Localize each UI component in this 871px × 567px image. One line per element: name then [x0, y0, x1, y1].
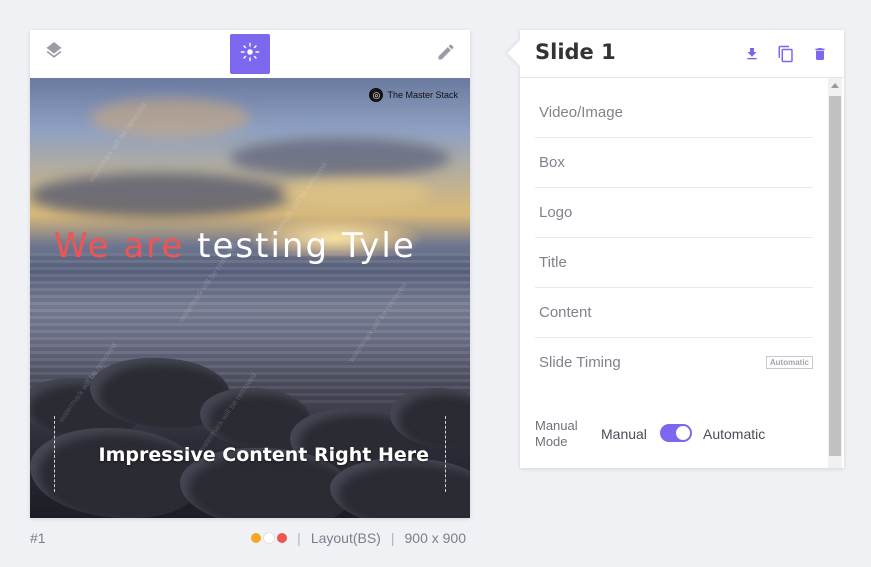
slide-settings-panel: Slide 1 Video/Image Box Logo Title Conte… [507, 30, 844, 468]
edit-button[interactable] [430, 38, 462, 70]
download-icon[interactable] [742, 44, 762, 64]
color-dot-orange[interactable] [251, 533, 262, 543]
layers-icon [44, 41, 64, 67]
pencil-icon [436, 42, 456, 67]
layout-label[interactable]: Layout(BS) [311, 530, 381, 546]
option-manual[interactable]: Manual [601, 426, 647, 442]
title-highlight: We are [54, 226, 185, 266]
crosshair-icon [239, 41, 261, 68]
brand-logo[interactable]: ◎ The Master Stack [369, 88, 458, 102]
slide-card: watermark will be removed watermark will… [30, 30, 470, 518]
list-item-label: Logo [539, 204, 573, 221]
brand-name: The Master Stack [387, 90, 458, 100]
list-item-title[interactable]: Title [535, 238, 813, 288]
list-item-label: Content [539, 304, 592, 321]
title-rest: testing Tyle [197, 226, 416, 266]
list-item-box[interactable]: Box [535, 138, 813, 188]
manual-mode-label: Manual Mode [535, 418, 578, 449]
layers-button[interactable] [38, 38, 70, 70]
list-item-label: Title [539, 254, 567, 271]
color-dot-white[interactable] [264, 533, 275, 543]
slide-canvas[interactable]: watermark will be removed watermark will… [30, 78, 470, 518]
slide-toolbar [30, 30, 470, 78]
scroll-up-arrow-icon[interactable] [831, 83, 839, 88]
panel-header: Slide 1 [520, 30, 844, 78]
divider: | [297, 530, 301, 546]
list-item-logo[interactable]: Logo [535, 188, 813, 238]
list-item-slide-timing[interactable]: Slide Timing Automatic [535, 338, 813, 387]
toggle-knob [676, 426, 690, 440]
list-item-label: Slide Timing [539, 354, 621, 371]
cloud-decoration [30, 173, 290, 218]
option-automatic[interactable]: Automatic [703, 426, 765, 442]
slide-title[interactable]: We are testing Tyle [54, 226, 416, 266]
slide-size: 900 x 900 [404, 530, 467, 546]
content-box[interactable]: Impressive Content Right Here [54, 416, 446, 492]
trash-icon[interactable] [810, 44, 830, 64]
scrollbar[interactable] [828, 78, 842, 468]
mode-toggle[interactable] [660, 424, 692, 442]
color-dot-red[interactable] [277, 533, 288, 543]
focus-button[interactable] [230, 34, 270, 74]
master-stack-logo-icon: ◎ [369, 88, 384, 102]
manual-mode-control: Manual Mode Manual Automatic [535, 418, 825, 458]
scrollbar-thumb[interactable] [829, 96, 841, 456]
slide-footer: #1 | Layout(BS) | 900 x 900 [30, 528, 470, 548]
element-list: Video/Image Box Logo Title Content Slide… [535, 88, 813, 387]
slide-number: #1 [30, 530, 46, 546]
duplicate-icon[interactable] [776, 44, 796, 64]
color-palette[interactable] [251, 533, 288, 543]
list-item-label: Video/Image [539, 104, 623, 121]
list-item-content[interactable]: Content [535, 288, 813, 338]
divider: | [390, 530, 395, 546]
list-item-label: Box [539, 154, 565, 171]
cloud-decoration [90, 98, 250, 138]
timing-badge: Automatic [765, 356, 813, 369]
panel-title: Slide 1 [535, 40, 616, 64]
list-item-video-image[interactable]: Video/Image [535, 88, 813, 138]
slide-content-text: Impressive Content Right Here [98, 444, 429, 466]
cloud-decoration [230, 138, 450, 178]
